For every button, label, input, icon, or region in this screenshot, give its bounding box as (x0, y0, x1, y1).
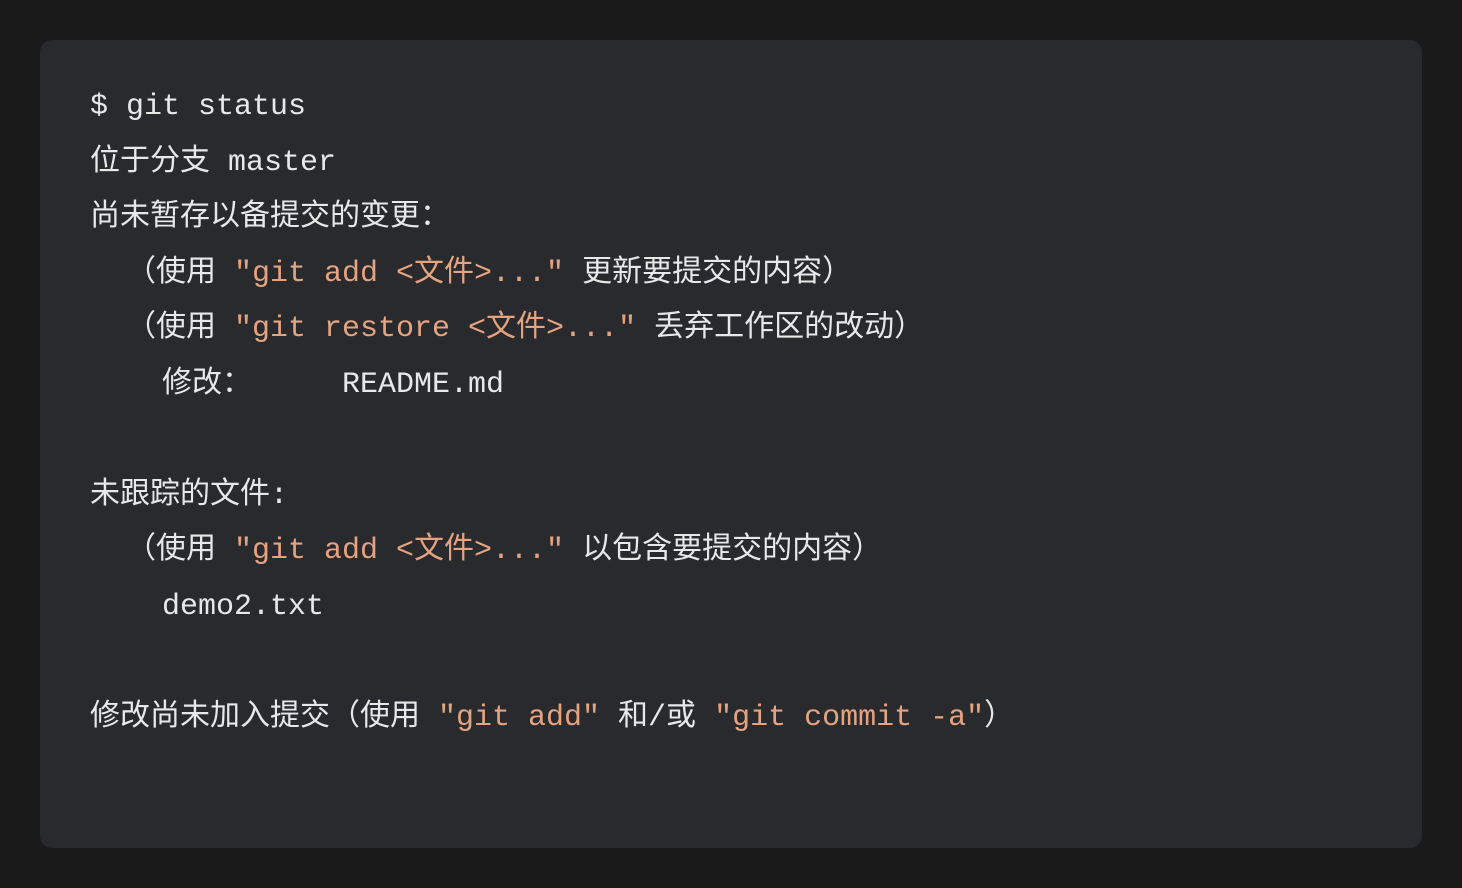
hint-prefix: （使用 (90, 257, 234, 291)
git-add-hint: "git add <文件>..." (234, 257, 564, 291)
unstaged-header: 尚未暂存以备提交的变更： (90, 201, 450, 235)
final-hint-mid: 和/或 (600, 701, 714, 735)
hint-suffix: 以包含要提交的内容） (564, 534, 882, 568)
git-commit-cmd: "git commit -a" (714, 701, 984, 735)
final-hint-prefix: 修改尚未加入提交（使用 (90, 701, 438, 735)
shell-prompt: $ (90, 90, 126, 124)
hint-prefix: （使用 (90, 312, 234, 346)
terminal-window: $ git status 位于分支 master 尚未暂存以备提交的变更： （使… (40, 40, 1422, 848)
git-add-cmd: "git add" (438, 701, 600, 735)
git-restore-hint: "git restore <文件>..." (234, 312, 636, 346)
hint-suffix: 更新要提交的内容） (564, 257, 852, 291)
modified-label: 修改： (90, 368, 342, 402)
hint-prefix: （使用 (90, 534, 234, 568)
git-add-hint: "git add <文件>..." (234, 534, 564, 568)
branch-info: 位于分支 master (90, 146, 336, 180)
untracked-header: 未跟踪的文件: (90, 479, 288, 513)
final-hint-suffix: ） (984, 701, 1014, 735)
modified-filename: README.md (342, 368, 504, 402)
hint-suffix: 丢弃工作区的改动） (636, 312, 924, 346)
terminal-output[interactable]: $ git status 位于分支 master 尚未暂存以备提交的变更： （使… (90, 80, 1372, 746)
untracked-filename: demo2.txt (90, 590, 324, 624)
command-text: git status (126, 90, 306, 124)
